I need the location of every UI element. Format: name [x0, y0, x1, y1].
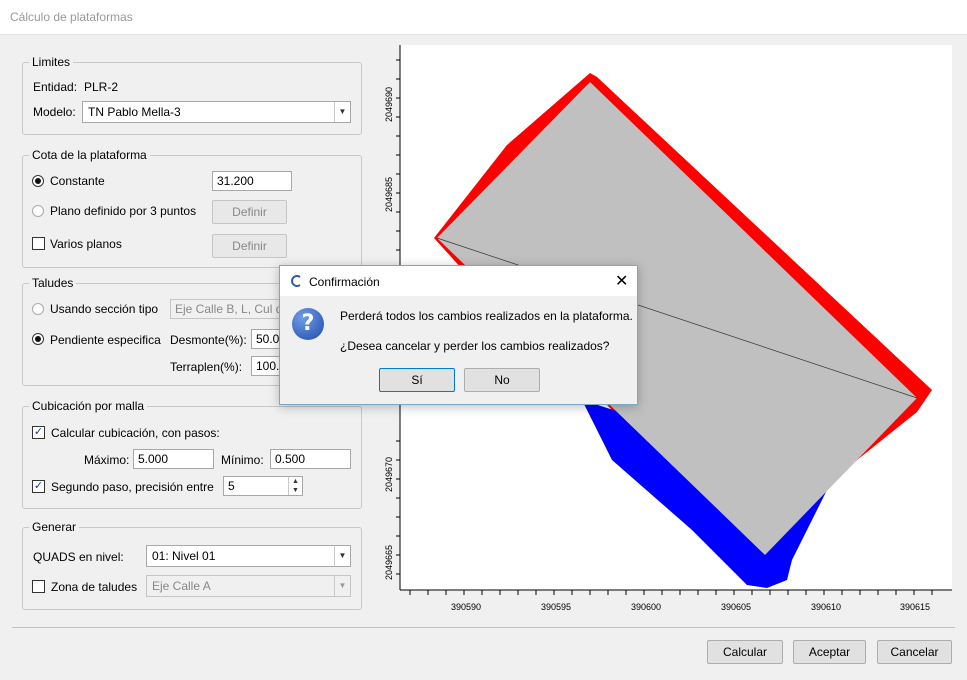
limites-legend: Limites — [32, 55, 71, 69]
limites-group: Limites — [22, 55, 362, 135]
no-button[interactable]: No — [464, 368, 540, 392]
question-icon: ? — [292, 308, 324, 340]
maximo-input[interactable]: 5.000 — [133, 449, 214, 469]
x-tick-label: 390600 — [631, 602, 661, 612]
window-title: Cálculo de plataformas — [10, 10, 133, 24]
app-logo-icon — [291, 275, 301, 287]
calcular-cubicacion-checkbox[interactable]: ✓ — [32, 426, 45, 439]
segundo-paso-stepper[interactable]: 5 ▲ ▼ — [223, 476, 303, 496]
confirmation-dialog: Confirmación ✕ ? Perderá todos los cambi… — [279, 265, 638, 405]
entidad-label: Entidad: — [33, 80, 78, 94]
desmonte-input[interactable]: 50.00 — [251, 329, 282, 349]
minimo-input[interactable]: 0.500 — [270, 449, 351, 469]
footer-separator — [12, 627, 955, 628]
yes-button[interactable]: Sí — [379, 368, 455, 392]
y-tick-label: 2049685 — [384, 177, 394, 212]
window-titlebar: Cálculo de plataformas — [0, 0, 967, 35]
constante-label: Constante — [50, 174, 105, 188]
modelo-label: Modelo: — [33, 105, 76, 119]
plano-radio[interactable] — [32, 205, 44, 217]
seccion-tipo-label: Usando sección tipo — [50, 302, 159, 316]
segundo-paso-value: 5 — [228, 479, 235, 493]
modelo-select-value: TN Pablo Mella-3 — [88, 105, 181, 119]
cota-legend: Cota de la plataforma — [32, 148, 147, 162]
pendiente-label: Pendiente especifica — [50, 333, 161, 347]
chevron-down-icon: ▼ — [334, 546, 350, 566]
modelo-select[interactable]: TN Pablo Mella-3 ▼ — [82, 101, 351, 123]
seccion-tipo-radio[interactable] — [32, 303, 44, 315]
terraplen-label: Terraplen(%): — [170, 360, 243, 374]
x-tick-label: 390610 — [811, 602, 841, 612]
x-tick-label: 390590 — [451, 602, 481, 612]
x-tick-label: 390605 — [721, 602, 751, 612]
calcular-button[interactable]: Calcular — [707, 640, 783, 664]
stepper-arrows-icon[interactable]: ▲ ▼ — [288, 477, 302, 495]
zona-taludes-checkbox[interactable] — [32, 580, 45, 593]
zona-taludes-select[interactable]: Eje Calle A ▼ — [146, 575, 351, 597]
y-tick-label: 2049670 — [384, 457, 394, 492]
minimo-label: Mínimo: — [221, 453, 264, 467]
plano-label: Plano definido por 3 puntos — [50, 204, 197, 218]
x-axis-ticks — [409, 590, 933, 595]
cubicacion-legend: Cubicación por malla — [32, 399, 145, 413]
dialog-titlebar: Confirmación ✕ — [280, 266, 637, 296]
chevron-down-icon: ▼ — [334, 576, 350, 596]
generar-legend: Generar — [32, 520, 77, 534]
pendiente-radio[interactable] — [32, 333, 44, 345]
segundo-paso-checkbox[interactable]: ✓ — [32, 480, 45, 493]
y-tick-label: 2049690 — [384, 87, 394, 122]
quads-select-value: 01: Nivel 01 — [152, 549, 216, 563]
varios-planos-checkbox[interactable] — [32, 237, 45, 250]
dialog-message-2: ¿Desea cancelar y perder los cambios rea… — [340, 339, 610, 353]
y-tick-label: 2049665 — [384, 545, 394, 580]
dialog-message-1: Perderá todos los cambios realizados en … — [340, 309, 633, 323]
quads-select[interactable]: 01: Nivel 01 ▼ — [146, 545, 351, 567]
constante-radio[interactable] — [32, 175, 44, 187]
x-tick-label: 390615 — [900, 602, 930, 612]
seccion-tipo-input[interactable]: Eje Calle B, L, Cul de — [170, 299, 282, 319]
x-tick-label: 390595 — [541, 602, 571, 612]
entidad-value: PLR-2 — [84, 80, 119, 94]
segundo-paso-label: Segundo paso, precisión entre — [51, 480, 214, 494]
varios-planos-label: Varios planos — [50, 237, 122, 251]
close-icon[interactable]: ✕ — [615, 271, 628, 291]
zona-taludes-label: Zona de taludes — [51, 580, 138, 594]
definir-varios-button[interactable]: Definir — [212, 234, 287, 258]
desmonte-label: Desmonte(%): — [170, 333, 247, 347]
cancelar-button[interactable]: Cancelar — [877, 640, 952, 664]
taludes-legend: Taludes — [32, 276, 74, 290]
dialog-title: Confirmación — [309, 275, 380, 289]
maximo-label: Máximo: — [84, 453, 130, 467]
calcular-cubicacion-label: Calcular cubicación, con pasos: — [51, 426, 220, 440]
definir-plano-button[interactable]: Definir — [212, 200, 287, 224]
aceptar-button[interactable]: Aceptar — [793, 640, 866, 664]
quads-label: QUADS en nivel: — [33, 550, 124, 564]
chevron-down-icon: ▼ — [334, 102, 350, 122]
constante-input[interactable]: 31.200 — [212, 171, 292, 191]
terraplen-input[interactable]: 100.0 — [251, 356, 282, 376]
zona-taludes-select-value: Eje Calle A — [152, 579, 211, 593]
